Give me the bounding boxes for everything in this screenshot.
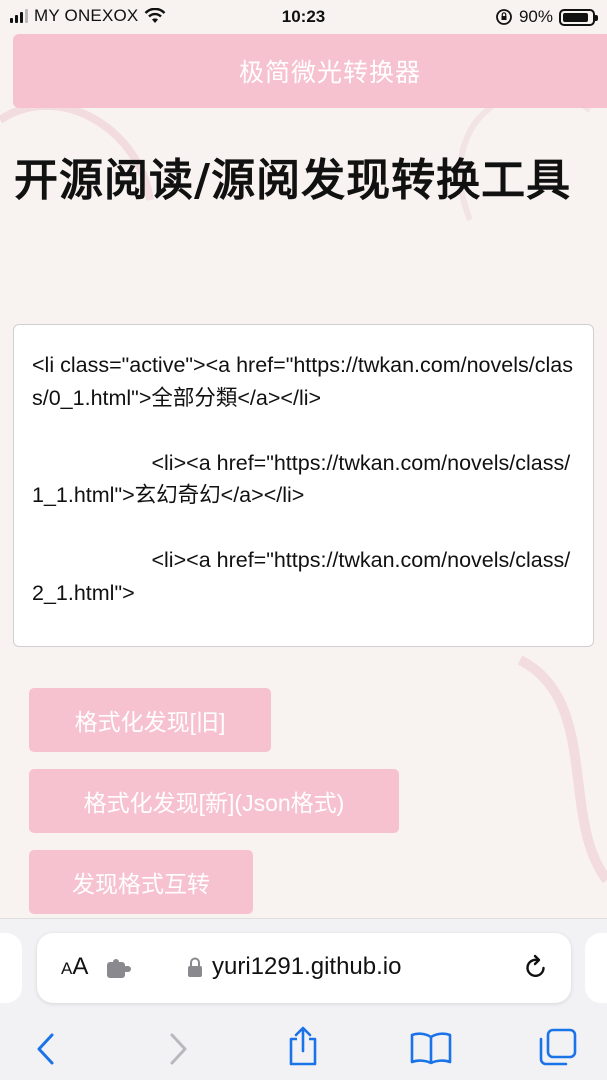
status-bar: MY ONEXOX 10:23 90%: [0, 0, 607, 34]
orientation-lock-icon: [496, 9, 512, 25]
battery-icon: [559, 8, 598, 26]
chevron-right-icon[interactable]: [166, 1031, 190, 1067]
browser-chrome: AA yuri1291.github.io: [0, 918, 607, 1080]
share-icon[interactable]: [286, 1025, 320, 1067]
format-new-json-button[interactable]: 格式化发现[新](Json格式): [29, 769, 399, 833]
lock-icon: [188, 957, 202, 977]
address-bar[interactable]: AA yuri1291.github.io: [37, 933, 571, 1003]
app-header-title: 极简微光转换器: [238, 59, 421, 87]
text-size-large-label: A: [72, 953, 89, 980]
chevron-left-icon[interactable]: [34, 1031, 58, 1067]
convert-format-button[interactable]: 发现格式互转: [29, 850, 253, 914]
text-size-button[interactable]: AA: [61, 953, 88, 981]
previous-tab-preview[interactable]: [0, 933, 22, 1003]
format-old-button[interactable]: 格式化发现[旧]: [29, 688, 271, 752]
next-tab-preview[interactable]: [585, 933, 607, 1003]
puzzle-icon[interactable]: [107, 959, 133, 979]
text-size-small-label: A: [61, 959, 73, 978]
battery-percent: 90%: [518, 7, 553, 26]
url-text[interactable]: yuri1291.github.io: [212, 953, 401, 981]
source-input[interactable]: <li class="active"><a href="https://twka…: [13, 324, 594, 647]
reload-icon[interactable]: [523, 953, 549, 981]
book-icon[interactable]: [410, 1031, 452, 1065]
browser-toolbar: [0, 1023, 607, 1075]
page-title: 开源阅读/源阅发现转换工具: [14, 155, 572, 206]
tabs-icon[interactable]: [538, 1027, 578, 1067]
app-header: 极简微光转换器: [13, 34, 607, 108]
